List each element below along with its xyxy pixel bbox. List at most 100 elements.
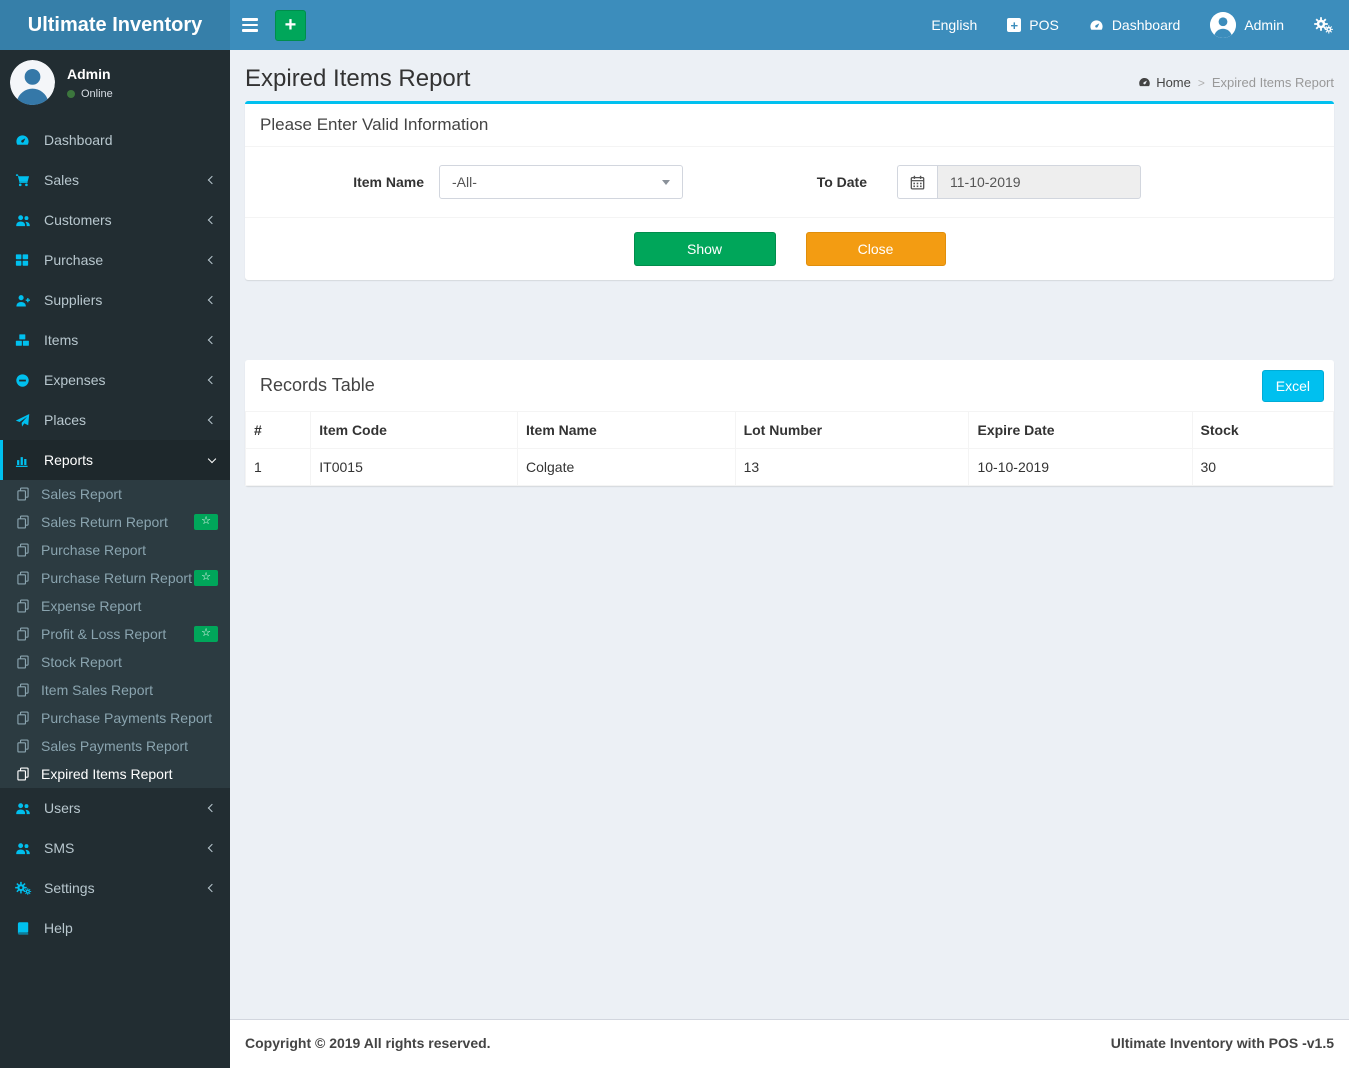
sidebar-user-name: Admin (67, 65, 111, 82)
records-panel: Records Table Excel # Item Code Item Nam… (244, 360, 1335, 486)
submenu-purchase-return-report[interactable]: Purchase Return Report ☆ (0, 564, 230, 592)
submenu-sales-report[interactable]: Sales Report (0, 480, 230, 508)
sidebar-menu: Dashboard Sales Customers Purchase Suppl… (0, 120, 230, 948)
excel-export-button[interactable]: Excel (1261, 370, 1324, 402)
plus-icon: + (284, 14, 297, 36)
sidebar-item-help[interactable]: Help (0, 908, 230, 948)
sidebar-item-label: Dashboard (44, 132, 113, 148)
home-icon (1138, 76, 1151, 89)
submenu-purchase-report[interactable]: Purchase Report (0, 536, 230, 564)
breadcrumb-home-label: Home (1156, 75, 1191, 90)
footer-copyright: Copyright © 2019 All rights reserved. (245, 1035, 491, 1051)
calendar-icon (910, 175, 925, 190)
breadcrumb-home-link[interactable]: Home (1138, 75, 1191, 90)
column-header-item-name: Item Name (516, 411, 736, 449)
chevron-left-icon (207, 335, 217, 345)
brand-logo[interactable]: Ultimate Inventory (0, 0, 230, 50)
nav-user-menu[interactable]: Admin (1195, 0, 1299, 50)
grid-icon (15, 253, 35, 267)
submenu-label: Sales Report (41, 486, 122, 502)
submenu-expense-report[interactable]: Expense Report (0, 592, 230, 620)
sidebar-item-label: Settings (44, 880, 95, 896)
sidebar-item-label: Places (44, 412, 87, 428)
footer-version: Ultimate Inventory with POS -v1.5 (1110, 1035, 1334, 1051)
sidebar-item-label: Help (44, 920, 73, 936)
nav-dashboard[interactable]: Dashboard (1074, 0, 1196, 50)
nav-pos-label: POS (1029, 17, 1059, 33)
sidebar-item-label: Items (44, 332, 79, 348)
sidebar-item-expenses[interactable]: Expenses (0, 360, 230, 400)
sidebar-item-purchase[interactable]: Purchase (0, 240, 230, 280)
star-badge: ☆ (194, 514, 218, 530)
quick-add-button[interactable]: + (275, 9, 306, 41)
item-name-selected-value: -All- (452, 174, 477, 190)
sidebar-item-customers[interactable]: Customers (0, 200, 230, 240)
submenu-item-sales-report[interactable]: Item Sales Report (0, 676, 230, 704)
cell-expire-date: 10-10-2019 (968, 448, 1193, 486)
cell-number: 1 (244, 448, 312, 486)
sidebar-item-settings[interactable]: Settings (0, 868, 230, 908)
caret-down-icon (662, 179, 670, 185)
sidebar-item-suppliers[interactable]: Suppliers (0, 280, 230, 320)
submenu-stock-report[interactable]: Stock Report (0, 648, 230, 676)
sidebar-user-panel: Admin Online (0, 50, 230, 115)
sidebar-item-sales[interactable]: Sales (0, 160, 230, 200)
submenu-purchase-payments-report[interactable]: Purchase Payments Report (0, 704, 230, 732)
calendar-addon[interactable] (897, 165, 937, 199)
sidebar-avatar-icon (10, 60, 55, 105)
chevron-down-icon (207, 454, 217, 463)
online-status-icon (67, 89, 75, 98)
submenu-label: Item Sales Report (41, 682, 154, 698)
sidebar-toggle-button[interactable] (230, 0, 270, 50)
submenu-sales-payments-report[interactable]: Sales Payments Report (0, 732, 230, 760)
sidebar: Admin Online Dashboard Sales Customers P… (0, 50, 230, 1068)
sidebar-item-sms[interactable]: SMS (0, 828, 230, 868)
chevron-left-icon (207, 255, 217, 265)
to-date-label: To Date (816, 174, 867, 190)
navbar-right: English + POS Dashboard Admin (916, 0, 1349, 50)
brand-title: Ultimate Inventory (27, 13, 203, 36)
sidebar-user-info: Admin Online (67, 66, 113, 100)
filter-panel: Please Enter Valid Information Item Name… (245, 101, 1334, 280)
to-date-input[interactable] (937, 165, 1141, 199)
sidebar-item-reports[interactable]: Reports (0, 440, 230, 480)
sidebar-item-places[interactable]: Places (0, 400, 230, 440)
sidebar-item-items[interactable]: Items (0, 320, 230, 360)
page-title: Expired Items Report (245, 65, 471, 92)
sidebar-item-label: Purchase (44, 252, 104, 268)
breadcrumb-current: Expired Items Report (1211, 75, 1334, 90)
gears-icon (15, 881, 35, 896)
breadcrumb-separator: > (1197, 75, 1205, 90)
sidebar-item-label: Suppliers (44, 292, 103, 308)
show-button[interactable]: Show (633, 232, 776, 266)
cell-item-name: Colgate (516, 448, 736, 486)
sidebar-item-dashboard[interactable]: Dashboard (0, 120, 230, 160)
files-icon (16, 515, 33, 529)
item-name-select[interactable]: -All- (439, 165, 683, 199)
sidebar-item-label: Expenses (44, 372, 106, 388)
app-window: Ultimate Inventory + English + POS Dashb… (0, 0, 1349, 1068)
submenu-sales-return-report[interactable]: Sales Return Report ☆ (0, 508, 230, 536)
submenu-expired-items-report[interactable]: Expired Items Report (0, 760, 230, 788)
sidebar-item-users[interactable]: Users (0, 788, 230, 828)
minus-circle-icon (15, 373, 35, 388)
nav-pos[interactable]: + POS (992, 0, 1074, 50)
dashboard-icon (1089, 18, 1104, 33)
plus-square-icon: + (1007, 18, 1022, 32)
files-icon (16, 571, 33, 585)
submenu-label: Sales Payments Report (41, 738, 189, 754)
paper-plane-icon (15, 413, 35, 428)
nav-settings[interactable] (1299, 0, 1349, 50)
sidebar-item-label: SMS (44, 840, 75, 856)
star-icon: ☆ (201, 515, 211, 527)
nav-language[interactable]: English (916, 0, 992, 50)
chevron-left-icon (207, 375, 217, 385)
submenu-profit-loss-report[interactable]: Profit & Loss Report ☆ (0, 620, 230, 648)
users-icon (15, 841, 35, 856)
item-name-label: Item Name (353, 174, 424, 190)
filter-actions: Show Close (245, 217, 1334, 280)
files-icon (16, 711, 33, 725)
chevron-left-icon (207, 803, 217, 813)
table-row: 1 IT0015 Colgate 13 10-10-2019 30 (244, 448, 1335, 486)
close-button[interactable]: Close (805, 232, 946, 266)
